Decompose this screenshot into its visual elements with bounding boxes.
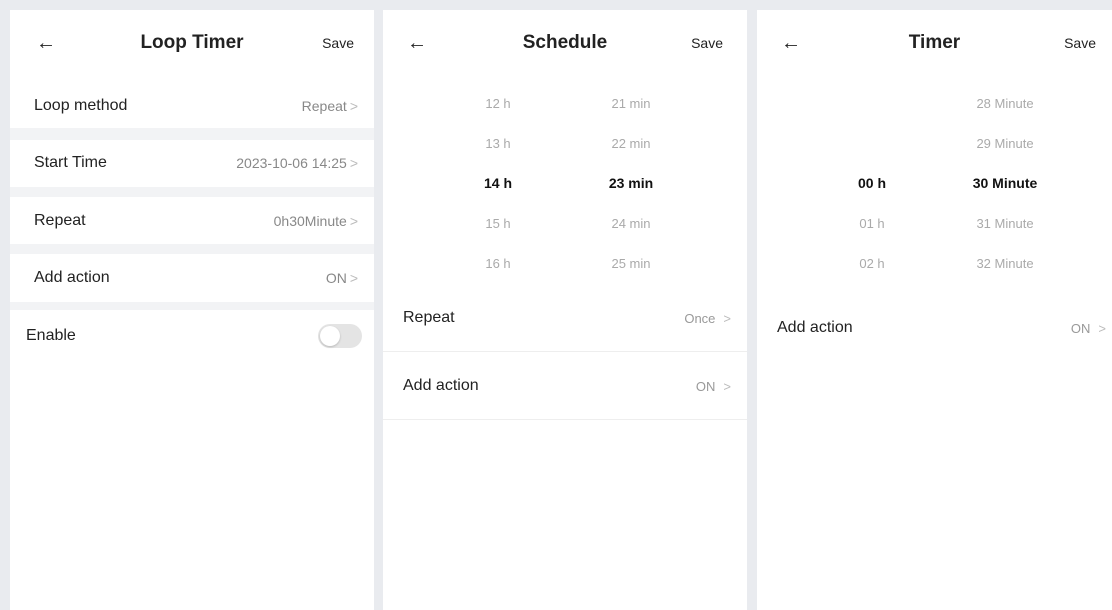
header: ← Timer Save [757, 10, 1112, 76]
picker-option[interactable]: 29 Minute [963, 136, 1047, 151]
picker-option-selected[interactable]: 30 Minute [963, 175, 1047, 191]
enable-row: Enable [10, 318, 374, 354]
save-button[interactable]: Save [322, 35, 354, 51]
divider [10, 128, 374, 140]
row-label: Start Time [34, 154, 107, 171]
row-value: Once > [684, 311, 731, 326]
row-value: Repeat > [301, 98, 358, 114]
add-action-row[interactable]: Add action ON > [383, 355, 747, 420]
row-value: 2023-10-06 14:25 > [236, 155, 358, 171]
picker-option[interactable]: 15 h [473, 216, 523, 231]
add-action-row[interactable]: Add action ON > [10, 260, 374, 296]
enable-label: Enable [26, 327, 76, 344]
chevron-right-icon: > [349, 98, 358, 114]
schedule-panel: ← Schedule Save 12 h 13 h 14 h 15 h 16 h… [383, 10, 747, 610]
start-time-row[interactable]: Start Time 2023-10-06 14:25 > [10, 145, 374, 181]
loop-method-row[interactable]: Loop method Repeat > [10, 88, 374, 124]
divider [10, 244, 374, 254]
chevron-right-icon: > [723, 311, 731, 326]
chevron-right-icon: > [349, 213, 358, 229]
timer-panel: ← Timer Save 00 h 01 h 02 h 28 Minute 29… [757, 10, 1112, 610]
row-label: Add action [403, 377, 479, 394]
chevron-right-icon: > [723, 379, 731, 394]
save-button[interactable]: Save [691, 35, 723, 51]
picker-option[interactable]: 31 Minute [963, 216, 1047, 231]
divider [10, 187, 374, 197]
toggle-knob [320, 326, 340, 346]
add-action-row[interactable]: Add action ON > [757, 297, 1112, 361]
picker-option[interactable]: 32 Minute [963, 256, 1047, 271]
loop-timer-panel: ← Loop Timer Save Loop method Repeat > St… [10, 10, 374, 610]
row-value: 0h30Minute > [273, 213, 358, 229]
row-value: ON > [325, 270, 358, 286]
picker-option[interactable]: 16 h [473, 256, 523, 271]
repeat-row[interactable]: Repeat Once > [383, 287, 747, 352]
picker-option[interactable]: 28 Minute [963, 96, 1047, 111]
picker-option-selected[interactable]: 00 h [847, 175, 897, 191]
page-title: Loop Timer [140, 32, 244, 53]
enable-toggle[interactable] [318, 324, 362, 348]
picker-option[interactable]: 25 min [599, 256, 663, 271]
picker-option[interactable]: 22 min [599, 136, 663, 151]
row-label: Loop method [34, 97, 128, 114]
picker-option[interactable]: 12 h [473, 96, 523, 111]
picker-option[interactable]: 01 h [847, 216, 897, 231]
page-title: Timer [908, 32, 961, 53]
picker-option[interactable]: 21 min [599, 96, 663, 111]
row-label: Repeat [403, 309, 455, 326]
row-value: ON > [695, 379, 731, 394]
chevron-right-icon: > [1098, 321, 1106, 336]
row-label: Add action [777, 319, 853, 336]
divider [10, 302, 374, 310]
picker-option[interactable]: 24 min [599, 216, 663, 231]
save-button[interactable]: Save [1064, 35, 1096, 51]
row-value: ON > [1070, 321, 1106, 336]
header: ← Loop Timer Save [10, 10, 374, 76]
row-label: Repeat [34, 212, 86, 229]
header: ← Schedule Save [383, 10, 747, 76]
picker-option-selected[interactable]: 23 min [599, 175, 663, 191]
picker-option[interactable]: 02 h [847, 256, 897, 271]
repeat-row[interactable]: Repeat 0h30Minute > [10, 203, 374, 239]
picker-option-selected[interactable]: 14 h [473, 175, 523, 191]
picker-option[interactable]: 13 h [473, 136, 523, 151]
chevron-right-icon: > [349, 155, 358, 171]
row-label: Add action [34, 269, 110, 286]
chevron-right-icon: > [349, 270, 358, 286]
